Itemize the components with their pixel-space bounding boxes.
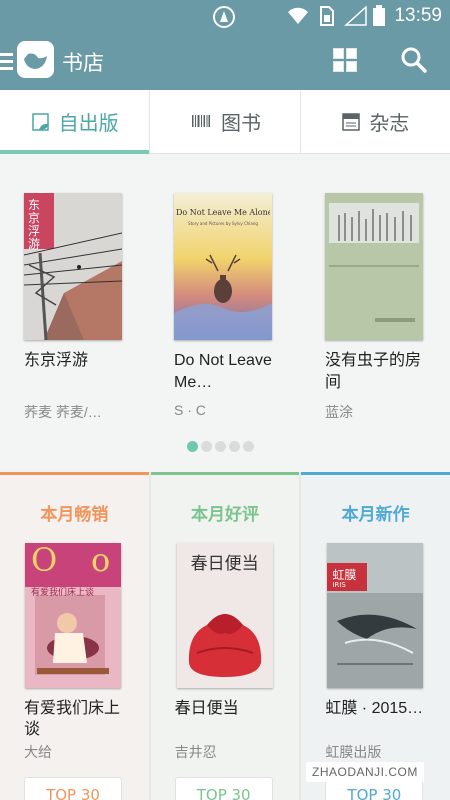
book-title: Do Not Leave Me… (174, 352, 272, 391)
new-releases-column: 本月新作 虹膜 IRIS 虹膜 · 2015… 虹膜出版 TOP 30 (301, 472, 450, 800)
svg-text:O: O (31, 543, 57, 579)
cover-title-text: 东京浮游 (28, 198, 41, 251)
book-author: 吉井忍 (174, 744, 217, 760)
featured-book[interactable]: Do Not Leave Me Alone Story and Pictures… (174, 193, 284, 418)
carousel-pagination (187, 441, 254, 452)
app-bar: 书店 (0, 33, 450, 90)
column-title: 本月畅销 (40, 505, 109, 525)
book-author: 荞麦 荞麦/… (24, 404, 102, 420)
book-author: 虹膜出版 (325, 744, 382, 760)
featured-carousel[interactable]: 东京浮游 东京浮游 荞麦 荞麦/… Do Not Leave Me Alone … (0, 155, 450, 472)
magazine-icon (342, 112, 361, 131)
tab-label: 杂志 (369, 111, 410, 135)
wifi-icon (288, 7, 308, 25)
sim-card-icon (320, 6, 334, 26)
book-title: 有爱我们床上谈 (24, 700, 121, 738)
book-title: 东京浮游 (24, 352, 89, 369)
book-title: 春日便当 (174, 700, 239, 717)
cover-title-text: Do Not Leave Me Alone (176, 208, 270, 217)
book-title: 虹膜 · 2015… (325, 700, 424, 717)
top-30-button[interactable]: TOP 30 (24, 777, 122, 800)
book-cover[interactable] (325, 193, 423, 340)
menu-icon[interactable] (0, 53, 13, 70)
search-icon[interactable] (400, 46, 428, 74)
cover-title-text: 春日便当 (190, 554, 259, 574)
book-cover[interactable]: 虹膜 IRIS (327, 543, 424, 688)
grid-view-icon[interactable] (333, 48, 358, 73)
self-publish-icon (31, 112, 49, 131)
tab-books[interactable]: 图书 (150, 90, 301, 153)
column-title: 本月新作 (341, 505, 410, 525)
status-bar: 13:59 (0, 0, 450, 33)
svg-text:o: o (91, 543, 110, 579)
watermark: ZHAODANJI.COM (306, 762, 424, 782)
page-dot[interactable] (243, 441, 254, 452)
book-author: S · C (174, 402, 206, 418)
tab-label: 图书 (220, 111, 261, 135)
cover-title-text: 有爱我们床上谈 (31, 588, 95, 598)
page-dot[interactable] (187, 441, 198, 452)
column-title: 本月好评 (191, 505, 259, 525)
top-30-button[interactable]: TOP 30 (174, 777, 273, 800)
tab-label: 自出版 (58, 111, 119, 135)
book-cover[interactable]: 春日便当 (176, 543, 273, 688)
book-title: 没有虫子的房间 (325, 352, 422, 391)
cover-subtitle-text: IRIS (332, 581, 346, 589)
ranking-columns: 本月畅销 O o 有爱我们床上谈 有爱我们床上谈 大给 TOP 30 本月好评 (0, 472, 450, 800)
barcode-icon (191, 114, 210, 127)
bestseller-column: 本月畅销 O o 有爱我们床上谈 有爱我们床上谈 大给 TOP 30 (0, 472, 149, 800)
tab-magazines[interactable]: 杂志 (301, 90, 450, 153)
page-dot[interactable] (229, 441, 240, 452)
app-logo[interactable] (17, 41, 54, 78)
book-author: 大给 (24, 744, 52, 760)
signal-icon (344, 6, 367, 26)
navigation-indicator-icon (213, 6, 235, 28)
top-rated-column: 本月好评 春日便当 春日便当 吉井忍 TOP 30 (150, 472, 300, 800)
book-cover[interactable]: O o 有爱我们床上谈 (25, 543, 121, 688)
status-time: 13:59 (394, 5, 442, 26)
category-tabs: 自出版 图书 杂志 (0, 90, 450, 154)
book-author: 蓝涂 (325, 404, 353, 420)
book-cover[interactable]: Do Not Leave Me Alone Story and Pictures… (174, 193, 272, 340)
tab-self-publish[interactable]: 自出版 (0, 90, 151, 154)
page-dot[interactable] (201, 441, 212, 452)
battery-icon (373, 5, 385, 26)
featured-book[interactable]: 没有虫子的房间 蓝涂 (325, 193, 435, 422)
page-dot[interactable] (215, 441, 226, 452)
book-cover[interactable]: 东京浮游 (24, 193, 122, 340)
app-title: 书店 (62, 51, 104, 75)
cover-subtitle-text: Story and Pictures by Sylvy Chiang (188, 221, 258, 226)
featured-book[interactable]: 东京浮游 东京浮游 荞麦 荞麦/… (24, 193, 134, 422)
